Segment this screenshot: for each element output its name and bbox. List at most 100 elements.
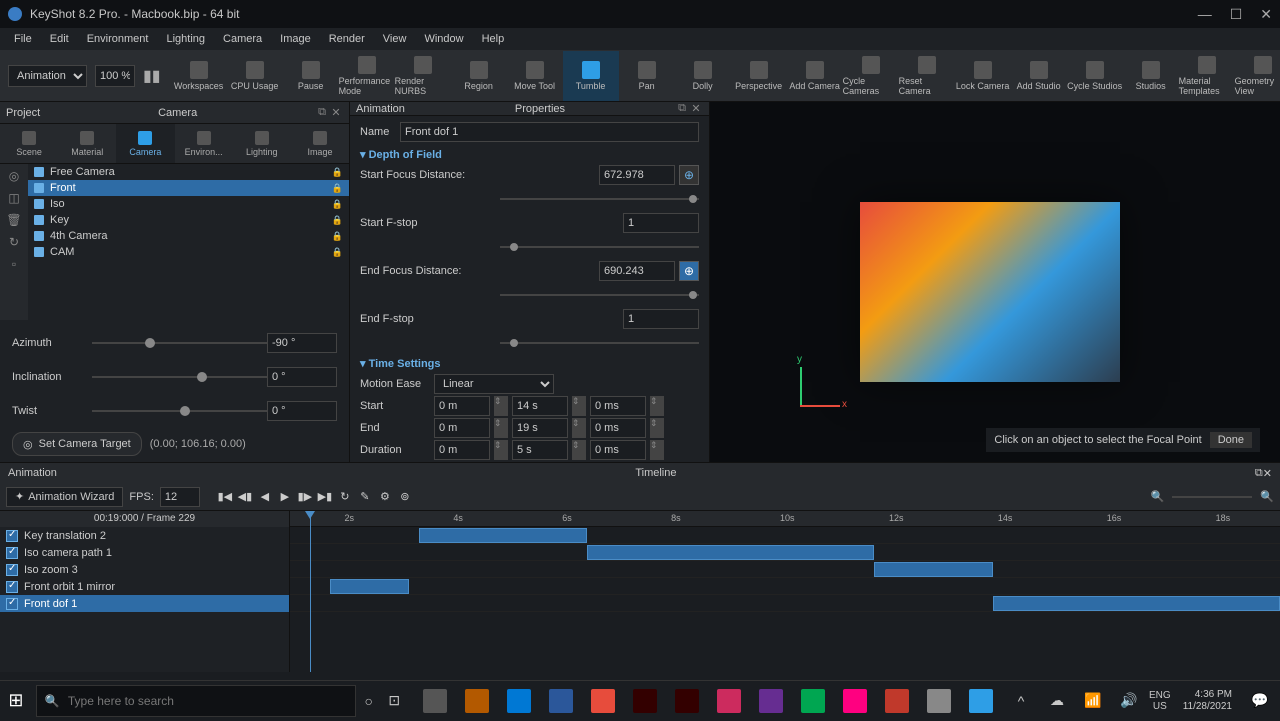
track-front-orbit-1-mirror[interactable]: Front orbit 1 mirror [0,578,289,595]
taskbar-app-11[interactable] [877,681,917,721]
taskbar-app-3[interactable] [541,681,581,721]
loop-icon[interactable]: ↻ [336,488,354,506]
toolbar-perspective[interactable]: Perspective [731,51,787,101]
animation-name-input[interactable] [400,122,699,142]
taskbar-search[interactable]: 🔍 Type here to search [36,685,356,717]
camera-item-cam[interactable]: CAM🔒 [28,244,349,260]
timeline-grid[interactable]: 2s4s6s8s10s12s14s16s18s [290,511,1280,672]
track-iso-zoom-3[interactable]: Iso zoom 3 [0,561,289,578]
project-tab-material[interactable]: Material [58,124,116,163]
timeline-zoom-slider[interactable] [1172,496,1252,498]
start-focus-pick-icon[interactable]: ⊕ [679,165,699,185]
menu-window[interactable]: Window [416,31,471,47]
project-tab-lighting[interactable]: Lighting [233,124,291,163]
taskbar-app-8[interactable] [751,681,791,721]
toolbar-render-nurbs[interactable]: Render NURBS [395,51,451,101]
camera-copy-icon[interactable]: ◫ [2,188,26,208]
animation-wizard-button[interactable]: ✦ Animation Wizard [6,487,123,507]
toolbar-workspaces[interactable]: Workspaces [171,51,227,101]
end-m-input[interactable] [434,418,490,438]
project-tab-camera[interactable]: Camera [116,124,174,163]
track-row[interactable] [290,561,1280,578]
start-button[interactable]: ⊞ [0,681,32,721]
close-button[interactable]: ✕ [1260,6,1272,23]
end-s-input[interactable] [512,418,568,438]
camera-folder-icon[interactable]: ▫ [2,254,26,274]
motion-ease-select[interactable]: Linear [434,374,554,394]
close-timeline-icon[interactable]: ✕ [1263,467,1272,480]
project-tab-image[interactable]: Image [291,124,349,163]
end-fstop-slider[interactable] [500,335,699,351]
camera-item-key[interactable]: Key🔒 [28,212,349,228]
tray-up-icon[interactable]: ^ [1005,685,1037,717]
camera-delete-icon[interactable]: 🗑 [2,210,26,230]
toolbar-add-studio[interactable]: Add Studio [1011,51,1067,101]
camera-reset-icon[interactable]: ↻ [2,232,26,252]
track-front-dof-1[interactable]: Front dof 1 [0,595,289,612]
project-tab-scene[interactable]: Scene [0,124,58,163]
track-key-translation-2[interactable]: Key translation 2 [0,527,289,544]
menu-camera[interactable]: Camera [215,31,270,47]
end-focus-input[interactable] [599,261,675,281]
track-row[interactable] [290,527,1280,544]
undock-icon[interactable]: ⧉ [315,106,329,119]
time-section-header[interactable]: Time Settings [360,357,699,370]
wifi-icon[interactable]: 📶 [1077,685,1109,717]
toolbar-tumble[interactable]: Tumble [563,51,619,101]
taskbar-app-0[interactable] [415,681,455,721]
taskbar-app-10[interactable] [835,681,875,721]
play-back-icon[interactable]: ◀ [256,488,274,506]
set-camera-target-button[interactable]: ◎ Set Camera Target [12,432,142,456]
camera-item-iso[interactable]: Iso🔒 [28,196,349,212]
track-row[interactable] [290,578,1280,595]
lock-icon[interactable]: 🔒 [332,167,343,178]
camera-add-icon[interactable]: ◎ [2,166,26,186]
twist-value[interactable]: 0 ° [267,401,337,421]
toolbar-pause[interactable]: Pause [283,51,339,101]
taskbar-app-1[interactable] [457,681,497,721]
menu-environment[interactable]: Environment [79,31,157,47]
menu-lighting[interactable]: Lighting [158,31,213,47]
dur-s-input[interactable] [512,440,568,460]
twist-slider[interactable] [92,402,267,420]
toolbar-material-templates[interactable]: Material Templates [1179,51,1235,101]
start-m-input[interactable] [434,396,490,416]
camera-item-front[interactable]: Front🔒 [28,180,349,196]
end-fstop-input[interactable] [623,309,699,329]
time-ruler[interactable]: 2s4s6s8s10s12s14s16s18s [290,511,1280,527]
lock-icon[interactable]: 🔒 [332,231,343,242]
toolbar-move-tool[interactable]: Move Tool [507,51,563,101]
workspace-dropdown[interactable]: Animation [8,65,87,87]
task-view-icon[interactable]: ⊡ [381,685,407,717]
dur-m-input[interactable] [434,440,490,460]
inclination-value[interactable]: 0 ° [267,367,337,387]
onedrive-icon[interactable]: ☁ [1041,685,1073,717]
fps-input[interactable] [160,487,200,507]
toolbar-cycle-cameras[interactable]: Cycle Cameras [843,51,899,101]
menu-image[interactable]: Image [272,31,319,47]
start-fstop-slider[interactable] [500,239,699,255]
taskbar-app-5[interactable] [625,681,665,721]
gear-icon[interactable]: ⊚ [396,488,414,506]
play-icon[interactable]: ▶ [276,488,294,506]
end-focus-pick-icon[interactable]: ⊕ [679,261,699,281]
dur-ms-input[interactable] [590,440,646,460]
menu-help[interactable]: Help [474,31,513,47]
start-focus-input[interactable] [599,165,675,185]
track-checkbox[interactable] [6,564,18,576]
toolbar-cpu-usage[interactable]: CPU Usage [227,51,283,101]
track-checkbox[interactable] [6,530,18,542]
zoom-in-icon[interactable]: 🔍 [1260,490,1274,503]
close-props-icon[interactable]: ✕ [689,102,703,115]
start-fstop-input[interactable] [623,213,699,233]
lock-icon[interactable]: 🔒 [332,247,343,258]
start-focus-slider[interactable] [500,191,699,207]
menu-file[interactable]: File [6,31,40,47]
maximize-button[interactable]: ☐ [1230,6,1243,23]
done-button[interactable]: Done [1210,432,1252,448]
next-frame-icon[interactable]: ▮▶ [296,488,314,506]
track-row[interactable] [290,544,1280,561]
menu-view[interactable]: View [375,31,415,47]
lang-indicator[interactable]: ENG [1149,690,1171,701]
animation-bar[interactable] [587,545,874,560]
